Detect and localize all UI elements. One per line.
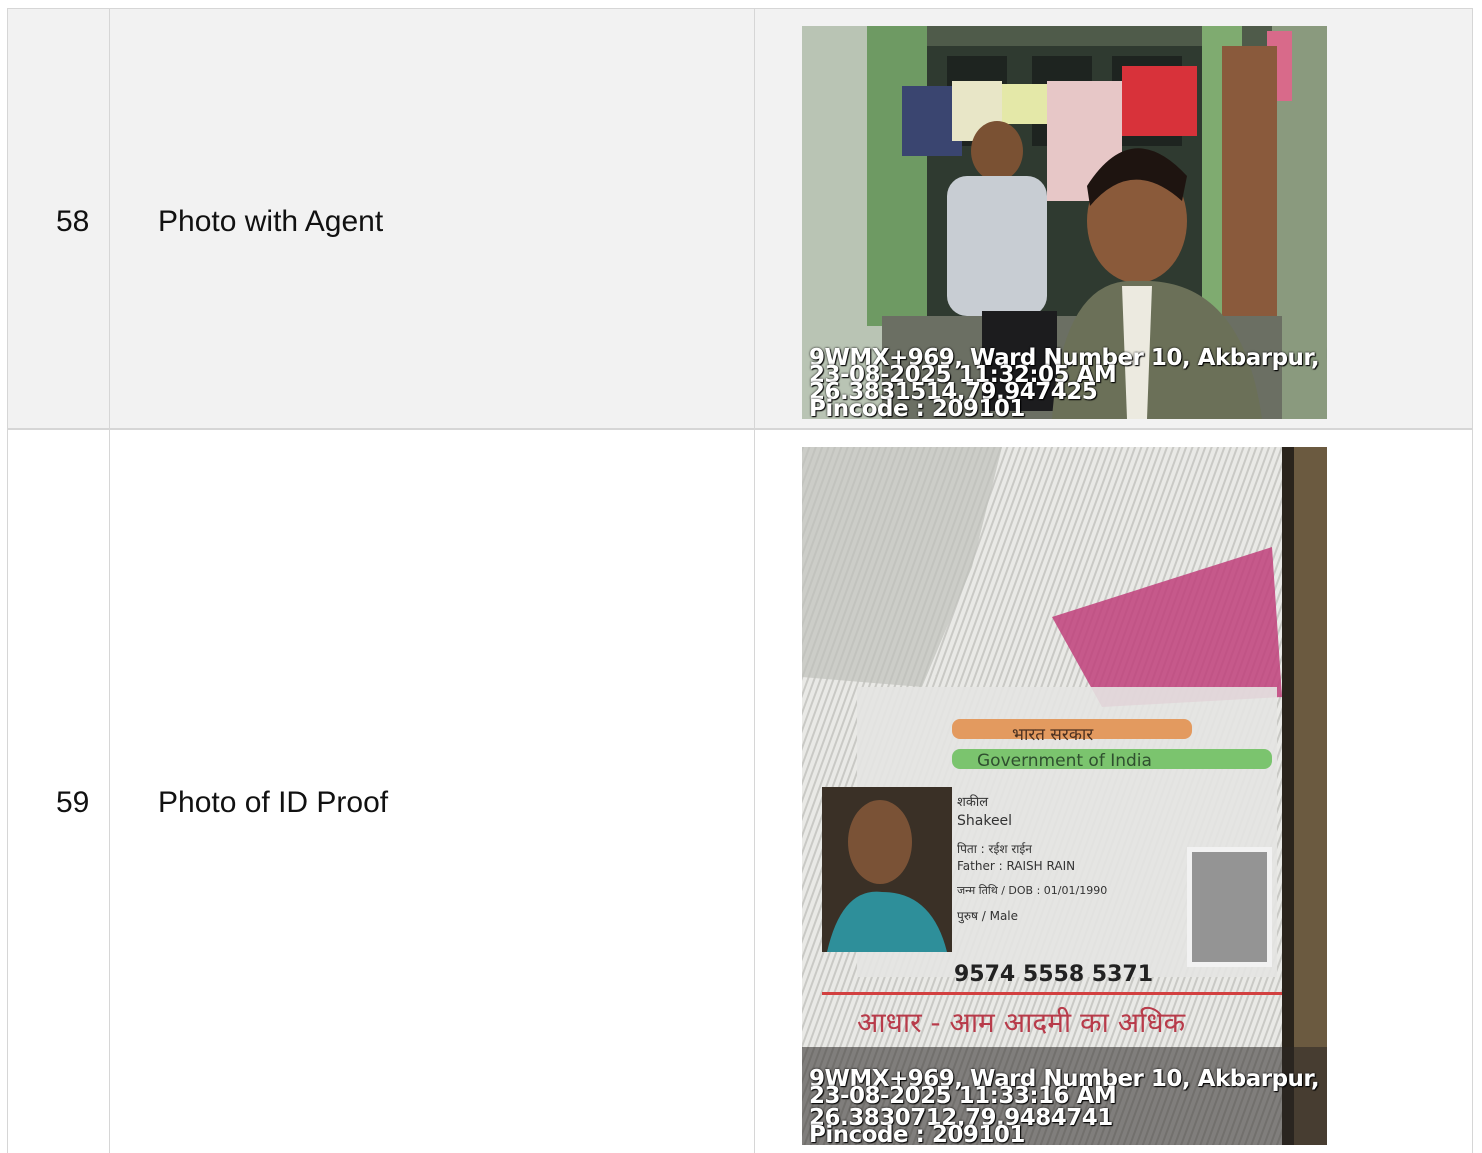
table-row: 58 Photo with Agent 9WMX+969, Ward Numbe… [8, 9, 1472, 430]
row-label: Photo with Agent [158, 205, 384, 238]
agent-photo: 9WMX+969, Ward Number 10, Akbarpur, Utta… [802, 26, 1327, 419]
row-number: 59 [56, 786, 90, 819]
photo-timestamp-stamp: 9WMX+969, Ward Number 10, Akbarpur, Utta… [809, 345, 1327, 420]
row-label: Photo of ID Proof [158, 786, 389, 819]
row-number: 58 [56, 205, 90, 238]
id-proof-photo: भारत सरकार Government of India शकील Shak… [802, 447, 1327, 1145]
photo-timestamp-stamp: 9WMX+969, Ward Number 10, Akbarpur, Utta… [809, 1066, 1327, 1146]
table-row: 59 Photo of ID Proof भारत सरकार Governme… [8, 430, 1472, 1153]
document-table: 58 Photo with Agent 9WMX+969, Ward Numbe… [7, 8, 1473, 1153]
